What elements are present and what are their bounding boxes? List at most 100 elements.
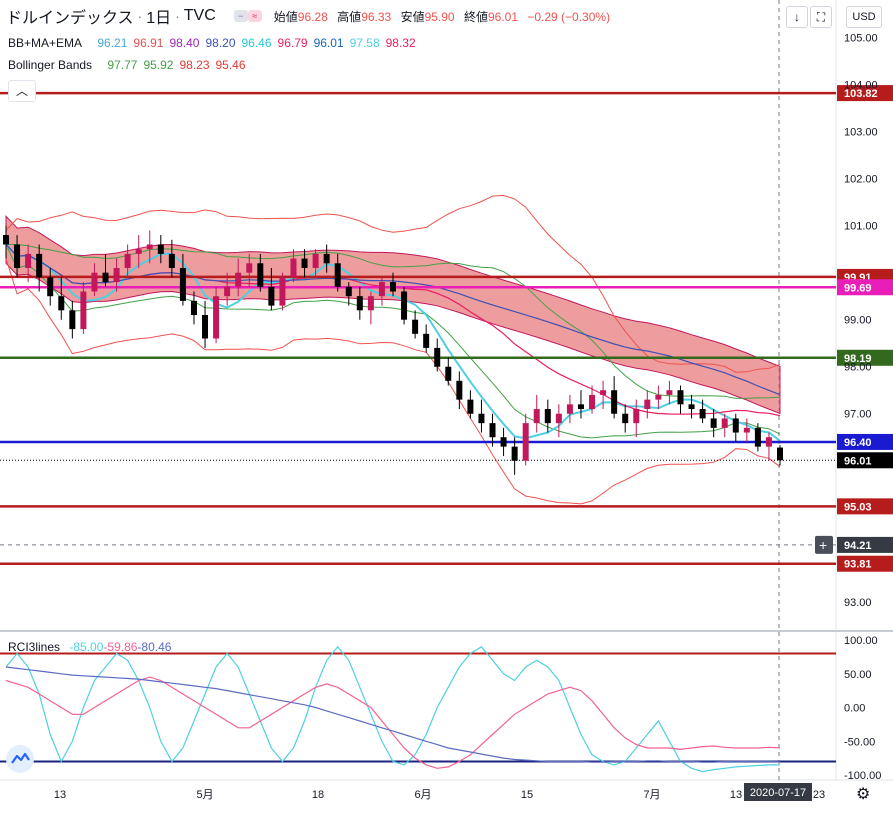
candle-body (688, 404, 695, 410)
bollinger-value: 98.23 (179, 58, 210, 72)
candle-body (589, 394, 596, 410)
bbmaema-value: 96.46 (241, 36, 272, 50)
price-level-label: 93.81 (844, 559, 872, 571)
price-axis-tick: 103.00 (844, 127, 878, 139)
fullscreen-button[interactable]: ⛶ (810, 6, 832, 28)
rci-axis-tick: 0.00 (844, 703, 865, 715)
candle-body (600, 390, 607, 395)
legend-bollinger[interactable]: Bollinger Bands 97.77 95.92 98.23 95.46 (8, 58, 252, 72)
rci-value: -85.00 (69, 640, 104, 654)
candle-body (378, 282, 385, 297)
candle-body (566, 404, 573, 414)
time-axis-label: 6月 (414, 789, 431, 801)
legend-bollinger-label: Bollinger Bands (8, 58, 93, 72)
candle-body (157, 244, 164, 254)
time-axis-label: 13 (730, 789, 742, 801)
candle-body (168, 253, 175, 268)
bbmaema-value: 97.58 (349, 36, 380, 50)
candle-body (290, 258, 297, 278)
candle-body (456, 380, 463, 400)
candle-body (434, 347, 441, 367)
candle-body (102, 272, 109, 283)
chart-area[interactable]: 103.82 99.91 99.69 98.19 96.40 95.03 93.81 96.0… (0, 0, 893, 814)
tradingview-logo-icon[interactable] (6, 745, 34, 773)
price-level-label: 95.03 (844, 501, 872, 513)
candle-body (356, 296, 363, 311)
candle-body (25, 253, 32, 268)
candle-body (390, 282, 396, 292)
candle-body (345, 286, 352, 297)
candle-body (677, 390, 684, 405)
rci-axis-tick: -50.00 (844, 736, 875, 748)
candle-body (257, 263, 264, 287)
price-axis-tick: 93.00 (844, 597, 872, 609)
download-button[interactable]: ↓ (786, 6, 808, 28)
legend-rci[interactable]: RCI3lines -85.00-59.86-80.46 (8, 640, 171, 654)
candle-body (423, 333, 430, 348)
candle-body (467, 399, 474, 414)
candle-body (401, 291, 408, 320)
wave-icon: ≈ (247, 10, 262, 22)
time-axis-label: 18 (312, 789, 324, 801)
candle-body (445, 366, 452, 381)
source-label: TVC (183, 7, 216, 24)
candle-body (58, 296, 65, 311)
candle-body (190, 300, 197, 315)
bollinger-value: 95.92 (143, 58, 174, 72)
open-value: 96.28 (297, 9, 328, 24)
candle-body (268, 286, 275, 306)
plus-icon: + (819, 537, 827, 553)
candle-body (301, 258, 308, 268)
last-price-label: 96.01 (844, 455, 872, 467)
chart-canvas[interactable]: 103.8299.9199.6998.1996.4095.0393.8196.0… (0, 0, 893, 814)
candle-body (577, 404, 584, 410)
candle-body (412, 319, 419, 334)
bbmaema-value: 98.20 (205, 36, 236, 50)
candle-body (91, 272, 98, 292)
change-value: −0.29 (−0.30%) (527, 9, 611, 24)
chevron-up-icon: ︿ (15, 84, 28, 98)
candle-body (14, 244, 21, 268)
timeframe-label[interactable]: 1日 (146, 4, 171, 28)
legend-rci-label: RCI3lines (8, 640, 61, 654)
title-separator-2: · (175, 8, 180, 24)
rci-value: -80.46 (137, 640, 172, 654)
compare-toggle[interactable]: − ≈ (233, 10, 262, 22)
bbmaema-value: 96.01 (313, 36, 344, 50)
symbol-title[interactable]: ドルインデックス (6, 4, 134, 28)
candle-body (478, 413, 485, 424)
bbmaema-value: 98.40 (169, 36, 200, 50)
legend-bbmaema[interactable]: BB+MA+EMA 96.21 96.91 98.40 98.20 96.46 96.79… (8, 36, 422, 50)
candle-body (721, 418, 728, 428)
candle-body (743, 427, 750, 433)
candle-body (124, 253, 131, 268)
bbmaema-value: 96.91 (133, 36, 164, 50)
candle-body (36, 253, 43, 278)
download-icon: ↓ (794, 10, 800, 24)
candle-body (279, 277, 286, 306)
candle-body (522, 423, 529, 461)
bbmaema-value: 98.32 (385, 36, 416, 50)
candle-body (511, 446, 518, 461)
candle-body (611, 390, 618, 414)
candle-body (633, 409, 640, 424)
candle-body (655, 394, 662, 400)
currency-button[interactable]: USD (846, 6, 882, 28)
candle-body (3, 235, 9, 245)
high-value: 96.33 (361, 9, 392, 24)
candle-body (666, 390, 673, 395)
crosshair-price-label: 94.21 (844, 540, 872, 552)
rci-axis-tick: 50.00 (844, 669, 872, 681)
candle-body (135, 249, 142, 254)
rci-axis-tick: 100.00 (844, 635, 878, 647)
crosshair-date-label: 2020-07-17 (750, 787, 806, 799)
rci-value: -59.86 (103, 640, 138, 654)
price-level-label: 99.69 (844, 282, 872, 294)
collapse-legend-button[interactable]: ︿ (8, 80, 36, 102)
candle-body (224, 286, 231, 297)
gear-icon[interactable]: ⚙ (856, 784, 870, 804)
low-value: 95.90 (424, 9, 455, 24)
candle-body (699, 409, 706, 419)
bbmaema-value: 96.21 (97, 36, 128, 50)
candle-body (312, 253, 319, 268)
